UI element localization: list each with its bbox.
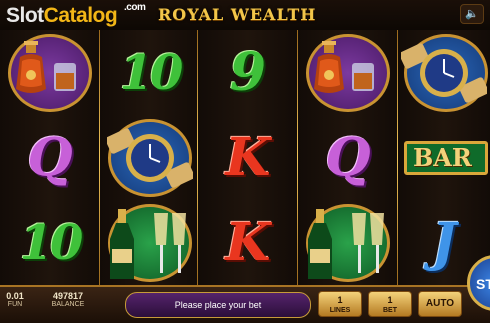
top-bar: SlotCatalog .com ROYAL WEALTH 🔈 [0,0,490,30]
symbol-cell: 9 [198,30,298,115]
fun-label: FUN [7,301,23,308]
slotcatalog-watermark: SlotCatalog .com [6,2,146,28]
watch-icon [401,42,487,103]
reel-3: 9 K K [198,30,298,285]
game-title: ROYAL WEALTH [158,5,317,24]
watermark-slot: Slot [6,4,44,27]
champagne-icon [110,208,186,279]
symbol-q: Q [325,126,371,188]
symbol-10: 10 [119,44,184,101]
cognac-icon [314,40,374,93]
symbol-cell [0,30,100,115]
symbol-cell: 10 [100,30,200,115]
symbol-cell [398,30,490,115]
symbol-k: K [225,211,271,273]
symbol-cell [100,115,200,200]
control-bar: 0.01 FUN 497817 BALANCE Please place you… [0,285,490,323]
symbol-cell: Q [298,115,398,200]
watch-icon [107,127,193,188]
symbol-cell [100,200,200,285]
lines-label: LINES [329,307,351,314]
symbol-cell: 10 [0,200,100,285]
fun-display[interactable]: 0.01 FUN [4,291,26,308]
reel-5: BAR J [398,30,490,285]
watermark-catalog: Catalog [43,4,118,27]
lines-button[interactable]: 1 LINES [318,291,362,317]
auto-button[interactable]: AUTO [418,291,462,317]
symbol-bar: BAR [404,140,488,175]
symbol-cell: BAR [398,115,490,200]
reel-area: Q 10 10 9 K K Q BAR J [0,30,490,285]
watermark-com: .com [124,2,146,13]
status-message: Please place your bet [125,292,311,318]
symbol-cell: K [198,115,298,200]
champagne-icon [308,208,384,279]
symbol-q: Q [27,126,73,188]
lines-value: 1 [337,295,343,305]
symbol-k: K [225,126,271,188]
balance-value: 497817 [52,291,84,301]
bet-value: 1 [387,295,393,305]
symbol-cell: K [198,200,298,285]
reel-4: Q [298,30,398,285]
symbol-cell [298,30,398,115]
symbol-cell: Q [0,115,100,200]
cognac-icon [16,40,76,93]
balance-display: 497817 BALANCE [44,291,92,308]
sound-button[interactable]: 🔈 [460,4,484,24]
fun-value: 0.01 [6,291,24,301]
bet-label: BET [383,307,397,314]
slot-game: SlotCatalog .com ROYAL WEALTH 🔈 Q 10 10 … [0,0,490,323]
symbol-cell [298,200,398,285]
reel-1: Q 10 [0,30,100,285]
symbol-j: J [431,211,457,273]
symbol-9: 9 [229,41,267,103]
reel-2: 10 [100,30,200,285]
bet-button[interactable]: 1 BET [368,291,412,317]
symbol-10: 10 [19,214,84,271]
speaker-icon: 🔈 [465,7,479,20]
balance-label: BALANCE [51,301,85,308]
